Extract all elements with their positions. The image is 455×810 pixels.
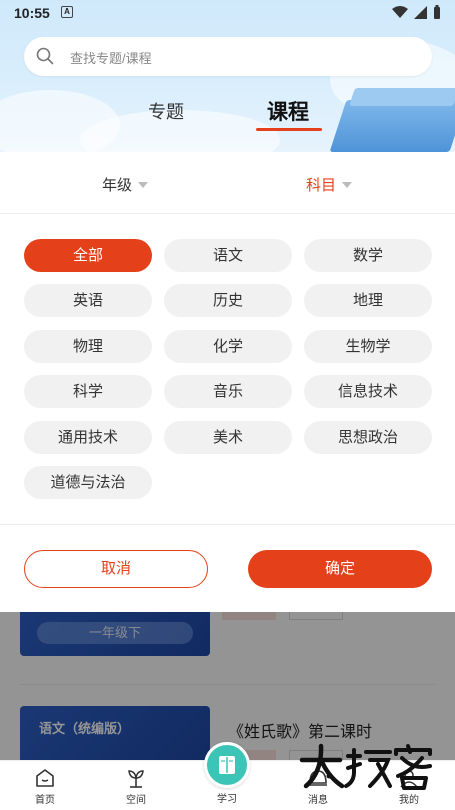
- subject-chip[interactable]: 全部: [24, 239, 152, 272]
- subject-filter[interactable]: 科目: [306, 174, 353, 195]
- grade-filter-label: 年级: [102, 177, 133, 194]
- subject-chip[interactable]: 信息技术: [304, 375, 432, 408]
- subject-chip[interactable]: 历史: [164, 284, 292, 317]
- subject-chip[interactable]: 英语: [24, 284, 152, 317]
- search-bar[interactable]: 查找专题/课程: [24, 37, 432, 76]
- signal-icon: [414, 5, 427, 19]
- subject-chip[interactable]: 通用技术: [24, 421, 152, 454]
- nav-study-button[interactable]: [204, 742, 250, 788]
- filter-panel: 年级 科目 全部 语文 数学 英语 历史 地理 物理 化学 生物学 科学 音乐 …: [0, 152, 455, 612]
- status-time: 10:55: [14, 5, 50, 21]
- watermark-logo: [299, 743, 432, 790]
- subject-chip[interactable]: 音乐: [164, 375, 292, 408]
- subject-filter-label: 科目: [306, 177, 337, 194]
- filter-bar: 年级 科目: [0, 152, 455, 214]
- wifi-icon: [392, 5, 408, 18]
- home-icon: [36, 769, 54, 787]
- nav-space[interactable]: 空间: [106, 767, 166, 806]
- search-placeholder: 查找专题/课程: [70, 51, 152, 66]
- book-stack-illustration: [329, 100, 455, 152]
- cancel-button[interactable]: 取消: [24, 550, 208, 588]
- caret-down-icon: [342, 181, 353, 188]
- active-tab-indicator: [256, 128, 322, 131]
- tab-zhuanti[interactable]: 专题: [148, 98, 184, 124]
- subject-chip[interactable]: 科学: [24, 375, 152, 408]
- subject-chip[interactable]: 思想政治: [304, 421, 432, 454]
- nav-study-label: 学习: [217, 794, 237, 805]
- nav-messages-label: 消息: [308, 795, 328, 806]
- subject-chip[interactable]: 语文: [164, 239, 292, 272]
- notification-icon: A: [61, 6, 73, 18]
- subject-chip[interactable]: 地理: [304, 284, 432, 317]
- confirm-button[interactable]: 确定: [248, 550, 432, 588]
- subject-chip[interactable]: 道德与法治: [24, 466, 152, 499]
- dim-overlay[interactable]: [0, 612, 455, 762]
- book-icon: [219, 756, 235, 774]
- subject-chip[interactable]: 美术: [164, 421, 292, 454]
- caret-down-icon: [138, 181, 149, 188]
- divider: [0, 524, 455, 525]
- tab-kecheng[interactable]: 课程: [267, 96, 309, 126]
- subject-chip[interactable]: 生物学: [304, 330, 432, 363]
- subject-chip[interactable]: 数学: [304, 239, 432, 272]
- grade-filter[interactable]: 年级: [102, 174, 149, 195]
- sprout-icon: [128, 770, 144, 788]
- subject-chip[interactable]: 物理: [24, 330, 152, 363]
- status-bar: 10:55 A: [0, 0, 455, 26]
- nav-home[interactable]: 首页: [15, 767, 75, 806]
- nav-home-label: 首页: [35, 795, 55, 806]
- search-icon: [36, 47, 54, 65]
- nav-profile-label: 我的: [399, 795, 419, 806]
- battery-icon: [434, 5, 440, 19]
- nav-space-label: 空间: [126, 795, 146, 806]
- subject-chip[interactable]: 化学: [164, 330, 292, 363]
